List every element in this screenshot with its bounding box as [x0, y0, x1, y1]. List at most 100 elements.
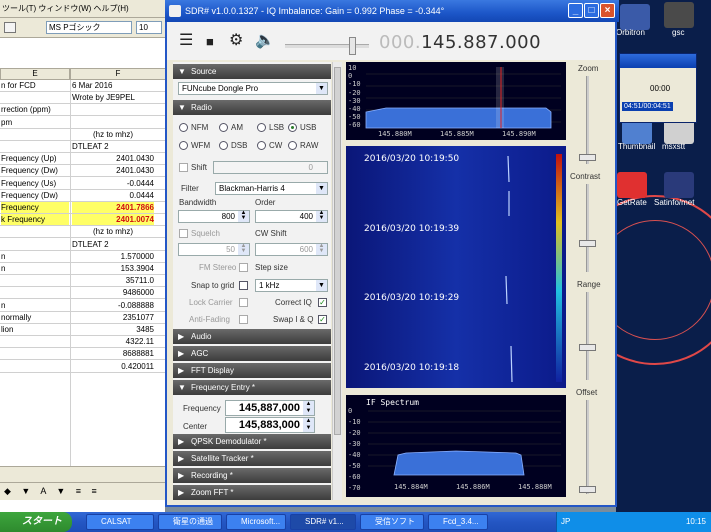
column-header-e[interactable]: E [0, 68, 70, 80]
cell-value[interactable]: 8688881 [72, 348, 154, 359]
cell-label[interactable]: n [1, 300, 69, 311]
table-row[interactable]: Frequency 2401.7866 [0, 202, 165, 214]
cell-value[interactable]: 2401.0430 [72, 165, 154, 176]
cell-value[interactable]: 0.420011 [72, 361, 154, 372]
taskbar-item[interactable]: 受信ソフト [360, 514, 424, 530]
close-button[interactable]: × [600, 3, 615, 18]
section-radio[interactable]: ▼ Radio [173, 100, 331, 115]
volume-slider[interactable] [285, 37, 369, 55]
spinner-arrows-icon[interactable]: ▲ ▼ [238, 243, 249, 255]
volume-slider-thumb[interactable] [349, 37, 356, 55]
media-player-window[interactable]: 00:00 04:51/00:04:51 [619, 53, 697, 123]
taskbar-item[interactable]: Microsoft... [226, 514, 286, 530]
cell-label[interactable]: n for FCD [1, 80, 69, 91]
offset-slider[interactable] [575, 400, 599, 494]
font-name-select[interactable]: MS Pゴシック [46, 21, 132, 34]
table-row[interactable]: n 1.570000 [0, 251, 165, 263]
cell-value[interactable]: -0.088888 [72, 300, 154, 311]
mode-radio-am[interactable] [219, 123, 228, 132]
taskbar-item[interactable]: CALSAT [86, 514, 154, 530]
speaker-icon[interactable]: 🔈 [255, 33, 275, 49]
section-satellite-tracker[interactable]: ▶ Satellite Tracker * [173, 451, 331, 466]
mode-radio-wfm[interactable] [179, 141, 188, 150]
table-row[interactable]: lion 3485 [0, 324, 165, 336]
table-row[interactable]: (hz to mhz) [0, 129, 165, 141]
cell-label[interactable]: n [1, 263, 69, 274]
sdr-titlebar[interactable]: SDR# v1.0.0.1327 - IQ Imbalance: Gain = … [165, 0, 619, 22]
cell-value[interactable]: 35711.0 [72, 275, 154, 286]
source-select[interactable]: FUNcube Dongle Pro ▼ [178, 82, 328, 95]
cell-value[interactable]: DTLEAT 2 [72, 239, 154, 250]
mode-radio-usb[interactable] [288, 123, 297, 132]
language-indicator[interactable]: JP [561, 512, 570, 532]
cwshift-input[interactable]: 600 ▲ ▼ [255, 243, 328, 256]
table-row[interactable]: Frequency (Up) 2401.0430 [0, 153, 165, 166]
taskbar-item[interactable]: 衛星の通過 [158, 514, 222, 530]
clock[interactable]: 10:15 [686, 517, 706, 526]
table-row[interactable]: DTLEAT 2 [0, 239, 165, 251]
cell-label[interactable]: lion [1, 324, 69, 335]
swapiq-checkbox[interactable]: ✓ [318, 315, 327, 324]
mode-radio-lsb[interactable] [257, 123, 266, 132]
spectrum-analyzer[interactable]: 10 0 -10 -20 -30 -40 -50 -60 145.880M 145.885M 14… [346, 62, 566, 140]
cell-label[interactable]: Frequency (Dw) [1, 190, 69, 201]
squelch-checkbox[interactable] [179, 229, 188, 238]
cell-value[interactable]: 2401.0430 [72, 153, 154, 164]
shift-checkbox[interactable] [179, 163, 188, 172]
bandwidth-input[interactable]: 800 ▲ ▼ [178, 210, 250, 223]
cell-value[interactable]: (hz to mhz) [72, 129, 154, 140]
waterfall-display[interactable]: 2016/03/20 10:19:50 2016/03/20 10:19:39 20… [346, 146, 566, 388]
contrast-slider[interactable] [575, 184, 599, 272]
table-row[interactable]: Frequency (Dw) 0.0444 [0, 190, 165, 202]
order-input[interactable]: 400 ▲ ▼ [255, 210, 328, 223]
satellite-icon[interactable] [664, 172, 694, 198]
contrast-slider-thumb[interactable] [579, 240, 596, 247]
spreadsheet-menubar[interactable]: ツール(T) ウィンドウ(W) ヘルプ(H) [0, 0, 165, 18]
table-row[interactable]: rrection (ppm) [0, 104, 165, 117]
zoom-slider-thumb[interactable] [579, 154, 596, 161]
satellite-dish-icon[interactable] [664, 2, 694, 28]
table-row[interactable]: 4322.11 [0, 336, 165, 349]
cell-label[interactable]: n [1, 251, 69, 262]
toolbar-button-icon[interactable] [4, 22, 16, 33]
getrate-icon[interactable] [617, 172, 647, 198]
cell-value[interactable]: 9486000 [72, 287, 154, 298]
sheet-tab-bar[interactable] [0, 466, 165, 482]
table-row[interactable]: pm [0, 117, 165, 129]
stop-icon[interactable]: ■ [206, 34, 214, 50]
table-row[interactable]: DTLEAT 2 [0, 141, 165, 153]
start-button[interactable]: スタート [0, 512, 72, 532]
offset-slider-thumb[interactable] [579, 486, 596, 493]
fmstereo-checkbox[interactable] [239, 263, 248, 272]
cell-value[interactable]: Wrote by JE9PEL [72, 92, 154, 103]
section-frequency-entry[interactable]: ▼ Frequency Entry * [173, 380, 331, 395]
table-row[interactable]: n for FCD 6 Mar 2016 [0, 80, 165, 92]
spinner-arrows-icon[interactable]: ▲ ▼ [316, 210, 327, 222]
cell-label[interactable]: pm [1, 117, 69, 128]
table-row[interactable]: Frequency (Dw) 2401.0430 [0, 165, 165, 178]
media-player-titlebar[interactable] [620, 54, 696, 68]
cell-value[interactable]: 4322.11 [72, 336, 154, 347]
cell-label[interactable]: Frequency (Us) [1, 178, 69, 189]
taskbar-item[interactable]: SDR# v1... [290, 514, 356, 530]
mode-radio-raw[interactable] [288, 141, 297, 150]
font-size-select[interactable]: 10 [136, 21, 162, 34]
cell-label[interactable]: rrection (ppm) [1, 104, 69, 115]
table-row[interactable]: n 153.3904 [0, 263, 165, 275]
cell-label[interactable]: normally [1, 312, 69, 323]
cell-value[interactable]: 2401.0074 [72, 214, 154, 226]
mode-radio-cw[interactable] [257, 141, 266, 150]
cell-label[interactable]: k Frequency [1, 214, 69, 226]
cell-value[interactable]: 6 Mar 2016 [72, 80, 154, 91]
spinner-arrows-icon[interactable]: ▲ ▼ [238, 210, 249, 222]
range-slider[interactable] [575, 292, 599, 380]
column-header-f[interactable]: F [70, 68, 165, 80]
antifading-checkbox[interactable] [239, 315, 248, 324]
correctiq-checkbox[interactable]: ✓ [318, 298, 327, 307]
cell-label[interactable]: Frequency [1, 202, 69, 213]
table-row[interactable]: k Frequency 2401.0074 [0, 214, 165, 227]
spinner-arrows-icon[interactable]: ▲ ▼ [303, 401, 314, 415]
cell-value[interactable]: -0.0444 [72, 178, 154, 189]
table-row[interactable]: Frequency (Us) -0.0444 [0, 178, 165, 190]
frequency-input[interactable]: 145,887,000 ▲ ▼ [225, 400, 315, 416]
